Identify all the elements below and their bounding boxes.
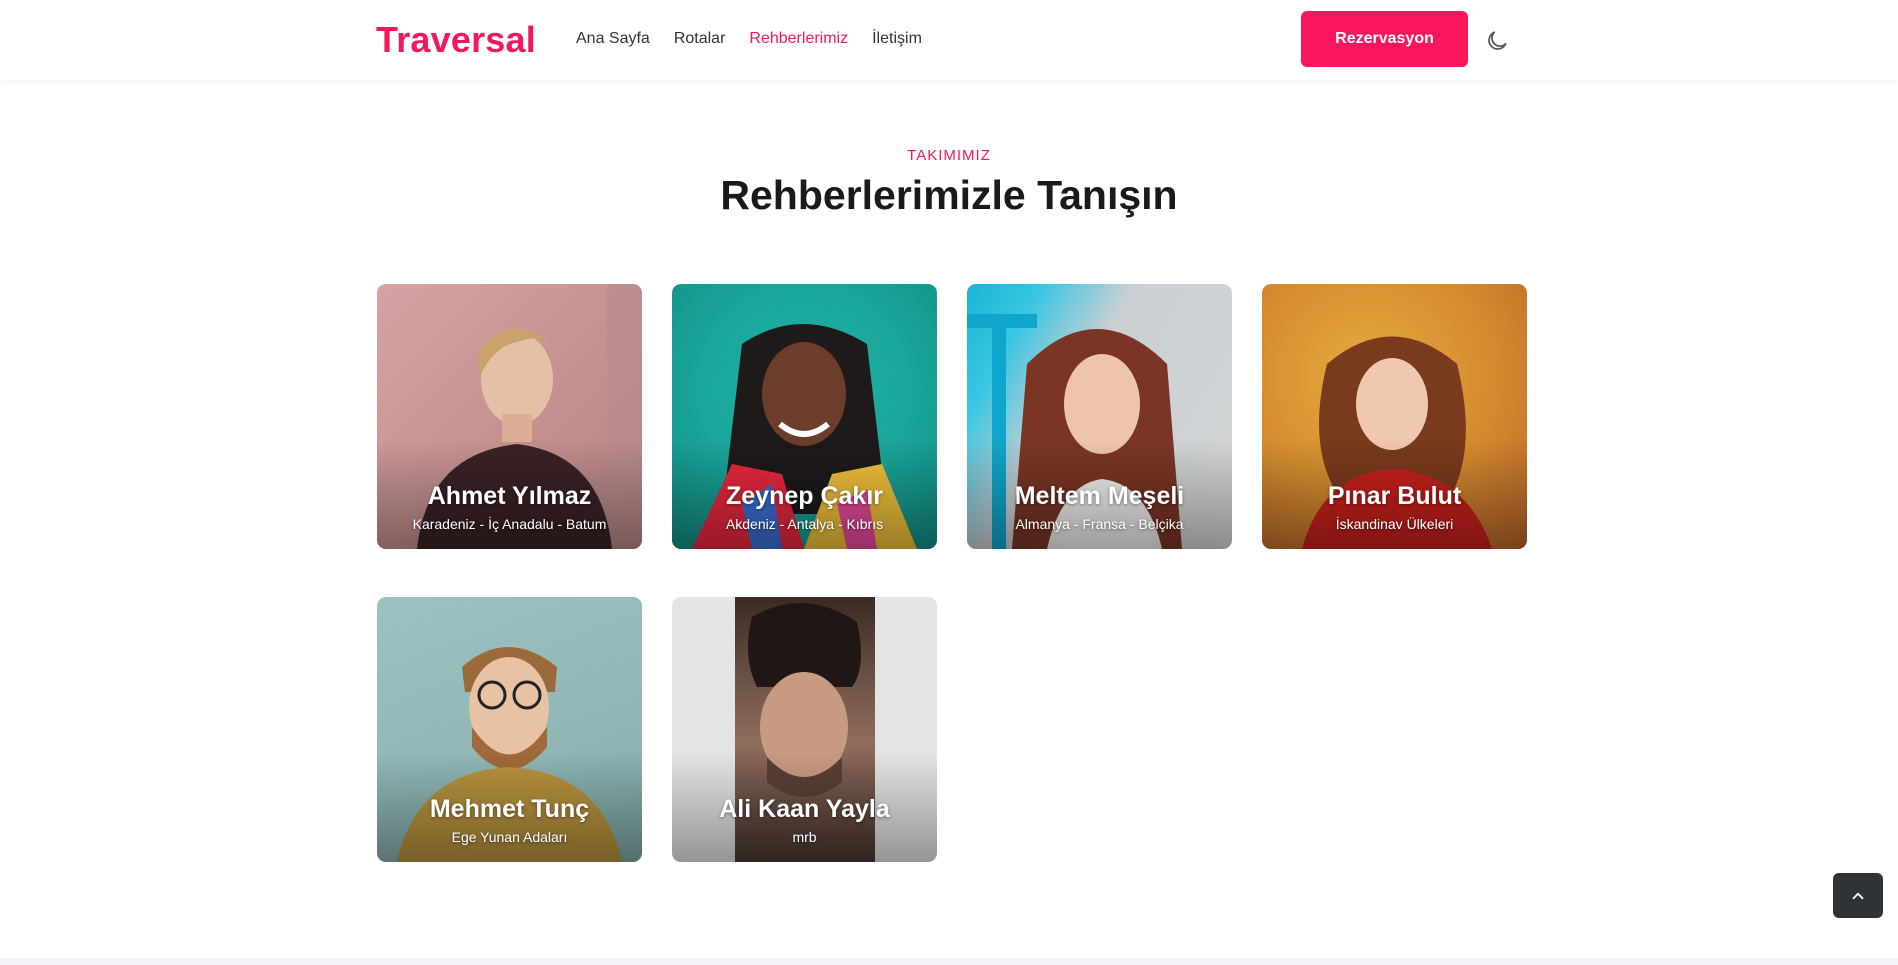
- reservation-button[interactable]: Rezervasyon: [1301, 11, 1468, 67]
- guide-name: Pınar Bulut: [1327, 482, 1462, 510]
- guide-regions: Akdeniz - Antalya - Kıbrıs: [725, 516, 884, 532]
- guide-name: Ahmet Yılmaz: [427, 482, 592, 510]
- section-title: Rehberlerimizle Tanışın: [720, 172, 1178, 218]
- guide-card-ahmet-yilmaz[interactable]: Ahmet Yılmaz Karadeniz - İç Anadalu - Ba…: [377, 284, 642, 549]
- brand-logo[interactable]: Traversal: [376, 19, 536, 61]
- footer-edge: [0, 958, 1898, 965]
- guide-regions: Karadeniz - İç Anadalu - Batum: [412, 516, 607, 532]
- guide-regions: İskandinav Ülkeleri: [1335, 516, 1454, 532]
- guide-card-zeynep-cakir[interactable]: Zeynep Çakır Akdeniz - Antalya - Kıbrıs: [672, 284, 937, 549]
- guide-card-ali-kaan-yayla[interactable]: Ali Kaan Yayla mrb: [672, 597, 937, 862]
- guide-card-pinar-bulut[interactable]: Pınar Bulut İskandinav Ülkeleri: [1262, 284, 1527, 549]
- guide-regions: Almanya - Fransa - Belçika: [1015, 516, 1184, 532]
- scroll-to-top-button[interactable]: [1833, 873, 1883, 918]
- guide-regions: mrb: [792, 829, 817, 845]
- guide-name: Ali Kaan Yayla: [719, 795, 890, 823]
- moon-icon[interactable]: [1484, 28, 1510, 54]
- guide-regions: Ege Yunan Adaları: [451, 829, 568, 845]
- nav-item-iletisim[interactable]: İletişim: [872, 30, 922, 48]
- guide-name: Mehmet Tunç: [429, 795, 590, 823]
- guide-card-meltem-meseli[interactable]: Meltem Meşeli Almanya - Fransa - Belçika: [967, 284, 1232, 549]
- site-header: Traversal Ana Sayfa Rotalar Rehberlerimi…: [0, 0, 1898, 80]
- nav-item-rotalar[interactable]: Rotalar: [674, 30, 726, 48]
- guide-name: Meltem Meşeli: [1014, 482, 1185, 510]
- nav-item-ana-sayfa[interactable]: Ana Sayfa: [576, 30, 650, 48]
- nav-item-rehberlerimiz[interactable]: Rehberlerimiz: [749, 30, 848, 48]
- section-eyebrow: TAKIMIMIZ: [907, 147, 991, 164]
- main-nav: Ana Sayfa Rotalar Rehberlerimiz İletişim: [576, 30, 922, 48]
- guide-name: Zeynep Çakır: [725, 482, 883, 510]
- guide-card-mehmet-tunc[interactable]: Mehmet Tunç Ege Yunan Adaları: [377, 597, 642, 862]
- chevron-up-icon: [1852, 892, 1864, 899]
